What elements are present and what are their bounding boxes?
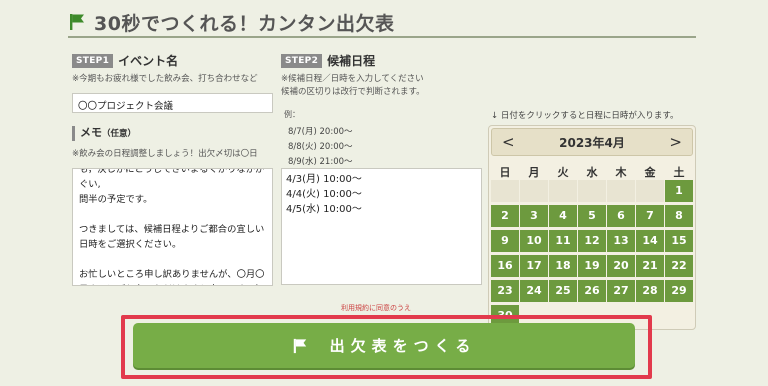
memo-heading-label: メモ — [80, 126, 102, 139]
calendar-day[interactable]: 5 — [578, 205, 606, 227]
memo-heading-optional: （任意） — [102, 129, 137, 139]
memo-note: ※飲み会の日程調整しましょう！出欠〆切は〇日 — [72, 149, 258, 159]
weekday-label: 日 — [499, 166, 511, 179]
calendar-empty-cell — [520, 180, 548, 202]
calendar-day[interactable]: 14 — [636, 230, 664, 252]
weekday-label: 土 — [673, 166, 685, 179]
calendar-day[interactable]: 2 — [491, 205, 519, 227]
calendar-day[interactable]: 1 — [665, 180, 693, 202]
step2-title: 候補日程 — [327, 54, 376, 68]
calendar-day[interactable]: 16 — [491, 255, 519, 277]
weekday-label: 月 — [528, 166, 540, 179]
calendar-empty-cell — [549, 180, 577, 202]
page-title: 30秒でつくれる！カンタン出欠表 — [94, 12, 395, 35]
step2-tag: STEP2 — [281, 53, 323, 68]
weekday-label: 火 — [557, 166, 569, 179]
highlight-box — [121, 315, 652, 379]
calendar-day[interactable]: 11 — [549, 230, 577, 252]
calendar-header: < 2023年4月 > — [491, 128, 693, 156]
calendar-day[interactable]: 3 — [520, 205, 548, 227]
calendar-note: ↓ 日付をクリックすると日程に日時が入ります。 — [491, 111, 679, 121]
calendar-day[interactable]: 15 — [665, 230, 693, 252]
calendar-day[interactable]: 4 — [549, 205, 577, 227]
calendar-day[interactable]: 17 — [520, 255, 548, 277]
calendar-empty-cell — [578, 180, 606, 202]
calendar-month: 2023年4月 — [559, 135, 625, 150]
calendar-day[interactable]: 20 — [607, 255, 635, 277]
calendar-day[interactable]: 22 — [665, 255, 693, 277]
calendar-day[interactable]: 12 — [578, 230, 606, 252]
calendar-day[interactable]: 9 — [491, 230, 519, 252]
calendar-empty-cell — [607, 180, 635, 202]
calendar-day[interactable]: 13 — [607, 230, 635, 252]
next-month-button[interactable]: > — [669, 133, 682, 151]
calendar-day[interactable]: 24 — [520, 280, 548, 302]
calendar-day[interactable]: 28 — [636, 280, 664, 302]
calendar-day[interactable]: 10 — [520, 230, 548, 252]
calendar-day[interactable]: 29 — [665, 280, 693, 302]
calendar-day[interactable]: 19 — [578, 255, 606, 277]
example-label: 例： — [284, 110, 300, 119]
calendar: < 2023年4月 > 日月火水木金土 1 2 3 4 5 6 7 8 9 10 11 12 13 14 15… — [488, 125, 696, 330]
example-line: 8/9(水) 21:00〜 — [288, 157, 353, 167]
weekday-label: 金 — [644, 166, 656, 179]
step2-label: STEP2 候補日程 — [281, 52, 375, 69]
event-name-input[interactable]: 〇〇プロジェクト会議 — [72, 93, 273, 113]
calendar-day[interactable]: 7 — [636, 205, 664, 227]
step1-note: ※今期もお疲れ様でした飲み会、打ち合わせなど — [72, 74, 258, 84]
memo-text: も，決しかにとうじてきいまるくかりなかかぐい, 問半の予定です。 つきましては、… — [79, 168, 265, 285]
calendar-day[interactable]: 18 — [549, 255, 577, 277]
calendar-day[interactable]: 21 — [636, 255, 664, 277]
calendar-empty-cell — [491, 180, 519, 202]
terms-text: 利用規約に同意のうえ — [341, 304, 411, 312]
memo-textarea[interactable]: も，決しかにとうじてきいまるくかりなかかぐい, 問半の予定です。 つきましては、… — [72, 168, 273, 286]
calendar-day[interactable]: 25 — [549, 280, 577, 302]
calendar-empty-cell — [636, 180, 664, 202]
example-line: 8/7(月) 20:00〜 — [288, 127, 353, 137]
weekday-label: 木 — [615, 166, 627, 179]
page: 30秒でつくれる！カンタン出欠表 STEP1 イベント名 ※今期もお疲れ様でした… — [0, 0, 768, 386]
page-header: 30秒でつくれる！カンタン出欠表 — [68, 8, 696, 38]
calendar-day[interactable]: 23 — [491, 280, 519, 302]
step2-note-1: ※候補日程／日時を入力してください — [281, 74, 424, 84]
calendar-day[interactable]: 8 — [665, 205, 693, 227]
candidate-dates-textarea[interactable]: 4/3(月) 10:00〜 4/4(火) 10:00〜 4/5(水) 10:00… — [281, 168, 482, 285]
calendar-day[interactable]: 27 — [607, 280, 635, 302]
flag-icon — [70, 14, 84, 30]
step1-tag: STEP1 — [72, 53, 114, 68]
calendar-day[interactable]: 26 — [578, 280, 606, 302]
step2-note-2: 候補の区切りは改行で判断されます。 — [281, 87, 425, 97]
calendar-day[interactable]: 6 — [607, 205, 635, 227]
memo-heading: メモ（任意） — [72, 126, 136, 141]
weekday-label: 水 — [586, 166, 598, 179]
example-line: 8/8(火) 20:00〜 — [288, 142, 353, 152]
step1-label: STEP1 イベント名 — [72, 52, 178, 69]
step1-title: イベント名 — [118, 54, 179, 68]
prev-month-button[interactable]: < — [502, 133, 515, 151]
